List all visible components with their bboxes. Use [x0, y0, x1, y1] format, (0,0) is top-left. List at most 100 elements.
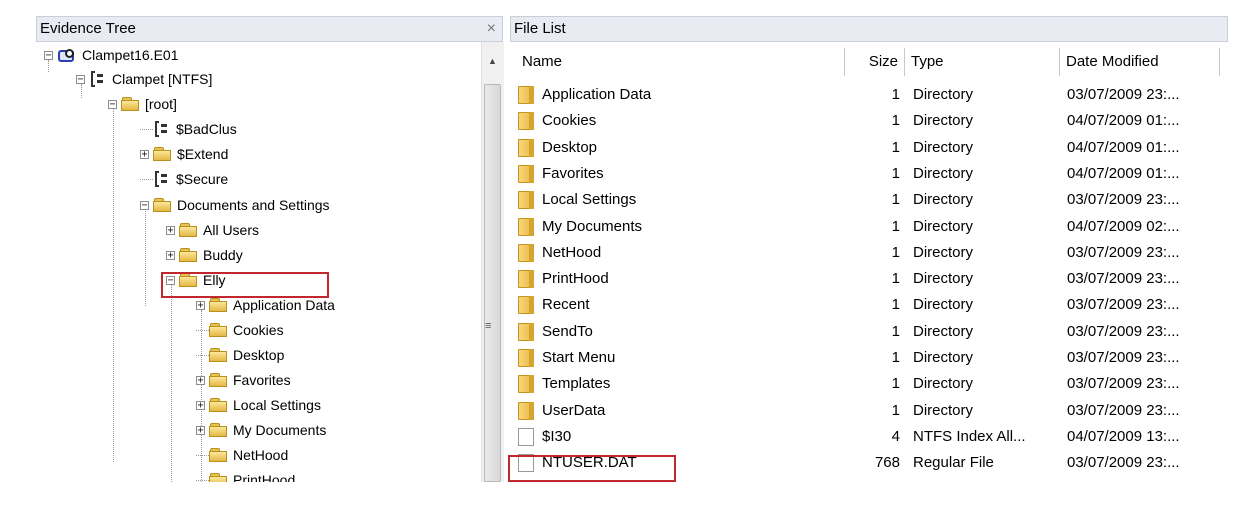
file-date-modified: 03/07/2009 23:... — [1067, 401, 1180, 419]
file-list-title: File List — [514, 20, 566, 37]
tree-item-label: Clampet [NTFS] — [112, 71, 213, 87]
tree-item[interactable]: − Documents and Settings — [140, 194, 330, 216]
file-type: Directory — [913, 243, 974, 261]
tree-item[interactable]: + All Users — [166, 219, 259, 241]
folder-icon — [209, 473, 228, 482]
expand-icon[interactable]: + — [196, 400, 205, 410]
file-size: 1 — [891, 138, 900, 156]
file-row[interactable]: Start Menu 1 Directory 03/07/2009 23:... — [510, 345, 1228, 371]
file-icon — [518, 427, 534, 446]
tree-connector — [140, 128, 153, 130]
expand-icon[interactable]: + — [196, 375, 205, 385]
file-type: Directory — [913, 112, 974, 130]
tree-scrollbar[interactable]: ▲ ≡ — [481, 42, 504, 482]
tree-item[interactable]: + Favorites — [196, 369, 291, 391]
folder-icon — [518, 270, 534, 289]
file-date-modified: 03/07/2009 23:... — [1067, 375, 1180, 393]
file-date-modified: 04/07/2009 01:... — [1067, 164, 1180, 182]
file-type: Directory — [913, 322, 974, 340]
column-header-type[interactable]: Type — [905, 48, 1060, 76]
file-name: UserData — [542, 401, 606, 419]
file-date-modified: 03/07/2009 23:... — [1067, 243, 1180, 261]
tree-connector — [196, 329, 209, 331]
folder-icon — [518, 296, 534, 315]
tree-connector — [196, 454, 209, 456]
file-name: Recent — [542, 296, 590, 314]
expand-icon[interactable]: + — [196, 425, 205, 435]
collapse-icon[interactable]: − — [44, 50, 53, 60]
file-row[interactable]: Recent 1 Directory 03/07/2009 23:... — [510, 292, 1228, 318]
file-date-modified: 03/07/2009 23:... — [1067, 349, 1180, 366]
file-name: $I30 — [542, 427, 572, 445]
file-name: Start Menu — [542, 349, 616, 366]
tree-item[interactable]: + Local Settings — [196, 394, 321, 416]
folder-icon — [209, 423, 228, 437]
tree-guide-line — [171, 285, 172, 482]
evidence-tree-header: Evidence Tree × — [36, 16, 503, 42]
evidence-icon — [57, 47, 77, 64]
scroll-up-arrow-icon[interactable]: ▲ — [488, 56, 497, 66]
file-row[interactable]: Application Data 1 Directory 03/07/2009 23:… — [510, 82, 1228, 108]
collapse-icon[interactable]: − — [140, 200, 149, 210]
scroll-grip-icon: ≡ — [485, 320, 492, 332]
collapse-icon[interactable]: − — [76, 74, 85, 84]
file-type: Directory — [913, 296, 974, 314]
file-type: Directory — [913, 86, 974, 103]
tree-item-label: Clampet16.E01 — [82, 47, 179, 63]
expand-icon[interactable]: + — [166, 225, 175, 235]
file-size: 1 — [891, 296, 900, 314]
close-icon[interactable]: × — [487, 17, 496, 41]
expand-icon[interactable]: + — [140, 149, 149, 159]
file-row[interactable]: Favorites 1 Directory 04/07/2009 01:... — [510, 161, 1228, 187]
tree-item-label: Desktop — [233, 347, 285, 363]
file-name: Templates — [542, 375, 611, 393]
file-row[interactable]: Templates 1 Directory 03/07/2009 23:... — [510, 371, 1228, 397]
file-date-modified: 04/07/2009 01:... — [1067, 138, 1180, 156]
tree-item[interactable]: − Clampet [NTFS] — [76, 68, 212, 90]
file-row[interactable]: Desktop 1 Directory 04/07/2009 01:... — [510, 135, 1228, 161]
tree-connector — [196, 354, 209, 356]
file-row[interactable]: UserData 1 Directory 03/07/2009 23:... — [510, 398, 1228, 424]
file-row[interactable]: PrintHood 1 Directory 03/07/2009 23:... — [510, 266, 1228, 292]
tree-item-label: Documents and Settings — [177, 197, 330, 213]
tree-item[interactable]: Cookies — [196, 319, 284, 341]
tree-item[interactable]: + My Documents — [196, 419, 326, 441]
tree-item[interactable]: NetHood — [196, 444, 288, 466]
file-list: Name Size Type Date Modified Application… — [510, 44, 1228, 484]
file-row[interactable]: SendTo 1 Directory 03/07/2009 23:... — [510, 319, 1228, 345]
tree-item[interactable]: + Buddy — [166, 244, 243, 266]
expand-icon[interactable]: + — [196, 300, 205, 310]
file-row[interactable]: NetHood 1 Directory 03/07/2009 23:... — [510, 240, 1228, 266]
tree-item-label: $Secure — [176, 171, 229, 187]
file-row[interactable]: My Documents 1 Directory 04/07/2009 02:... — [510, 214, 1228, 240]
file-row[interactable]: Cookies 1 Directory 04/07/2009 01:... — [510, 108, 1228, 134]
file-type: Directory — [913, 401, 974, 419]
tree-item[interactable]: Desktop — [196, 344, 284, 366]
column-header-size[interactable]: Size — [845, 48, 905, 76]
tree-item[interactable]: $Secure — [140, 168, 228, 190]
folder-icon — [179, 223, 198, 237]
tree-item-label: $Extend — [177, 146, 229, 162]
column-header-name[interactable]: Name — [510, 48, 845, 76]
drive-icon — [153, 171, 171, 187]
file-size: 1 — [891, 401, 900, 419]
tree-item[interactable]: − Clampet16.E01 — [44, 44, 179, 66]
file-name: SendTo — [542, 322, 593, 340]
file-date-modified: 03/07/2009 23:... — [1067, 454, 1180, 472]
tree-item[interactable]: PrintHood — [196, 469, 295, 482]
file-row[interactable]: Local Settings 1 Directory 03/07/2009 23:..… — [510, 187, 1228, 213]
folder-icon — [121, 97, 140, 111]
folder-icon — [518, 217, 534, 236]
file-date-modified: 03/07/2009 23:... — [1067, 191, 1180, 209]
file-size: 1 — [891, 349, 900, 366]
expand-icon[interactable]: + — [166, 250, 175, 260]
tree-item[interactable]: − [root] — [108, 93, 177, 115]
file-row[interactable]: $I30 4 NTFS Index All... 04/07/2009 13:... — [510, 424, 1228, 450]
column-header-date-modified[interactable]: Date Modified — [1060, 48, 1220, 76]
collapse-icon[interactable]: − — [108, 99, 117, 109]
drive-icon — [153, 121, 171, 137]
file-name: Application Data — [542, 86, 652, 103]
tree-item[interactable]: + $Extend — [140, 143, 228, 165]
scroll-thumb[interactable] — [484, 84, 501, 482]
tree-item[interactable]: $BadClus — [140, 118, 237, 140]
